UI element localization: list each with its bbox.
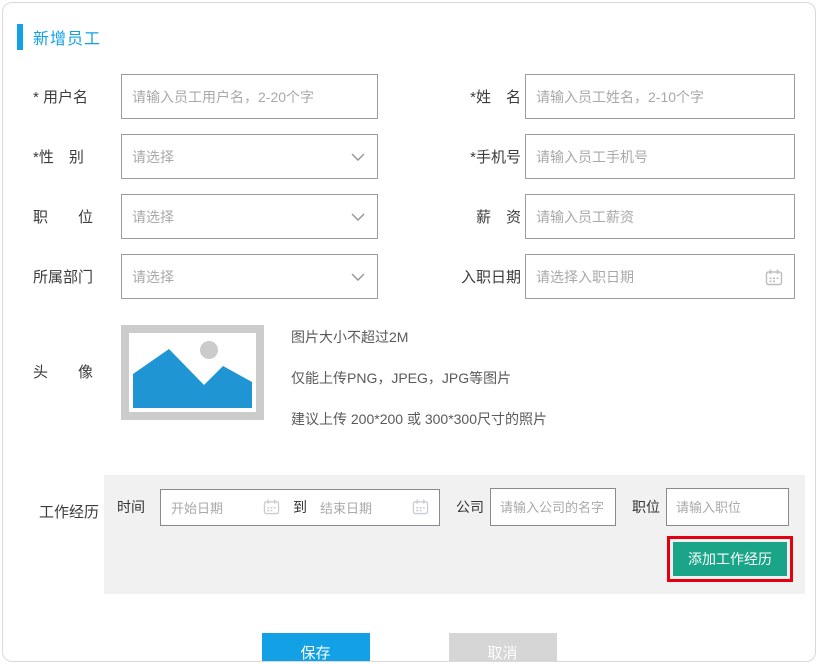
company-label: 公司 (456, 499, 484, 515)
name-label: *姓 名 (470, 89, 521, 106)
image-placeholder-icon (133, 337, 252, 408)
username-input[interactable] (121, 74, 378, 119)
work-experience-panel: 时间 开始日期 到 结束日期 公司 请输入公司的名字 职位 请输入职位 添加工作… (104, 475, 805, 594)
date-range-picker[interactable]: 开始日期 到 结束日期 (160, 488, 440, 526)
name-input[interactable] (525, 74, 795, 119)
position-select-placeholder: 请选择 (132, 208, 174, 225)
header: 新增员工 (17, 24, 815, 50)
job-input[interactable] (666, 488, 789, 526)
salary-label: 薪 资 (475, 209, 521, 226)
avatar-hint: 图片大小不超过2M (291, 329, 409, 345)
form-row: * 用户名 *姓 名 (33, 74, 795, 119)
annotation-highlight-box: 添加工作经历 (667, 536, 793, 582)
phone-label: *手机号 (470, 149, 521, 166)
chevron-down-icon (351, 152, 365, 161)
end-date-input[interactable]: 结束日期 (320, 498, 412, 517)
hire-date-input[interactable] (525, 254, 795, 299)
avatar-hints: 图片大小不超过2M 仅能上传PNG，JPEG，JPG等图片 建议上传 200*2… (291, 325, 547, 450)
hire-date-label: 入职日期 (460, 269, 521, 286)
work-experience-section: 工作经历 时间 开始日期 到 结束日期 公司 请输入公司的名字 职位 请输入职位… (3, 475, 815, 594)
start-date-input[interactable]: 开始日期 (171, 498, 263, 517)
add-work-experience-button[interactable]: 添加工作经历 (673, 542, 787, 576)
position-label: 职 位 (33, 209, 94, 226)
job-label: 职位 (632, 499, 660, 515)
department-label: 所属部门 (33, 269, 94, 286)
form-row: 所属部门 请选择 入职日期 (33, 254, 795, 299)
salary-input[interactable] (525, 194, 795, 239)
accent-bar (17, 24, 23, 50)
username-label: * 用户名 (33, 89, 89, 106)
company-input[interactable] (490, 488, 616, 526)
phone-input[interactable] (525, 134, 795, 179)
calendar-icon[interactable] (412, 499, 429, 515)
avatar-hint: 仅能上传PNG，JPEG，JPG等图片 (291, 370, 512, 386)
employee-form: * 用户名 *姓 名 *性 别 请选择 *手机号 (3, 74, 815, 661)
avatar-section: 头 像 图片大小不超过2M 仅能上传PNG，JPEG，JPG等图片 建议上传 2… (33, 325, 795, 450)
cancel-button[interactable]: 取消 (448, 633, 557, 661)
department-select[interactable]: 请选择 (121, 254, 378, 299)
save-button[interactable]: 保存 (261, 633, 370, 661)
avatar-upload[interactable] (121, 325, 264, 420)
to-label: 到 (293, 499, 307, 515)
form-row: 职 位 请选择 薪 资 (33, 194, 795, 239)
position-select[interactable]: 请选择 (121, 194, 378, 239)
gender-select[interactable]: 请选择 (121, 134, 378, 179)
calendar-icon[interactable] (765, 269, 783, 286)
page-title: 新增员工 (33, 31, 102, 48)
chevron-down-icon (351, 272, 365, 281)
add-employee-form-panel: 新增员工 * 用户名 *姓 名 *性 别 请选择 *手机 (2, 2, 816, 662)
avatar-label: 头 像 (33, 364, 94, 381)
footer-actions: 保存 取消 (3, 633, 815, 661)
avatar-hint: 建议上传 200*200 或 300*300尺寸的照片 (291, 411, 547, 427)
calendar-icon[interactable] (263, 499, 280, 515)
department-select-placeholder: 请选择 (132, 268, 174, 285)
form-row: *性 别 请选择 *手机号 (33, 134, 795, 179)
gender-select-placeholder: 请选择 (132, 148, 174, 165)
chevron-down-icon (351, 212, 365, 221)
time-label: 时间 (117, 499, 145, 515)
gender-label: *性 别 (33, 149, 84, 166)
work-experience-label: 工作经历 (39, 504, 100, 521)
